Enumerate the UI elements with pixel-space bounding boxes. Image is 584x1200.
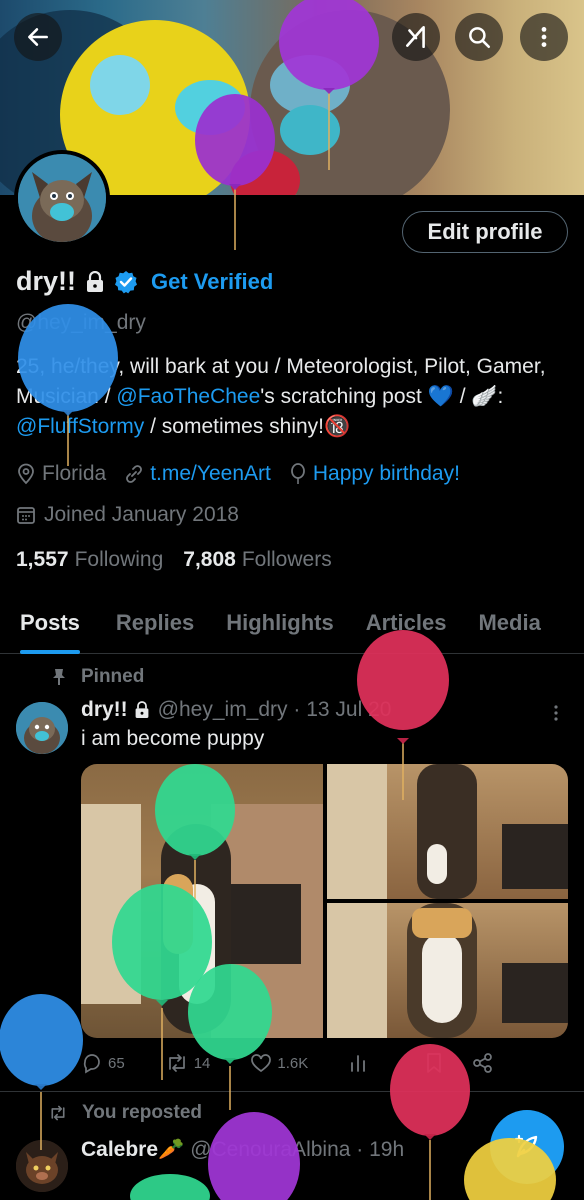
media-photo-1[interactable] [81,764,323,1038]
birthday[interactable]: Happy birthday! [289,462,460,486]
lock-icon [87,270,103,292]
post-actions: 65 14 1.6K [81,1052,561,1074]
bio-mention-fluffstormy[interactable]: @FluffStormy [16,415,144,438]
post2-author-avatar[interactable] [16,1140,68,1192]
verified-badge-icon[interactable] [114,270,138,294]
share-button[interactable] [472,1052,499,1074]
media-photo-3[interactable] [327,903,568,1038]
bio-text: 's scratching post [260,385,422,408]
tab-replies[interactable]: Replies [100,600,210,654]
tab-highlights[interactable]: Highlights [210,600,350,654]
reposted-label: You reposted [48,1102,202,1124]
media-photo-2[interactable] [327,764,568,899]
profile-name-row: dry!! Get Verified [16,266,273,297]
compose-post-button[interactable] [490,1110,564,1184]
views-button[interactable] [348,1053,373,1073]
followers-label[interactable]: Followers [242,548,332,572]
post2-author-name[interactable]: Calebre🥕 [81,1138,184,1162]
follow-stats: 1,557 Following 7,808 Followers [16,548,352,572]
post-more-button[interactable] [548,702,564,730]
balloon-icon [290,463,305,484]
grok-button[interactable] [392,13,440,61]
more-vertical-icon [541,27,547,47]
location-pin-icon [18,463,34,485]
compose-feather-icon [514,1134,538,1158]
reply-count: 65 [108,1054,125,1072]
profile-tabs: Posts Replies Highlights Articles Media [0,600,584,654]
bio-mention-faothechee[interactable]: @FaoTheChee [116,385,260,408]
website-link[interactable]: t.me/YeenArt [150,462,271,486]
location-text: Florida [42,462,107,485]
profile-avatar[interactable] [14,150,110,246]
pinned-text: Pinned [81,666,145,687]
tab-articles[interactable]: Articles [350,600,463,654]
location: Florida [16,462,106,486]
share-icon [473,1053,493,1073]
lock-icon [135,701,149,718]
back-button[interactable] [14,13,62,61]
profile-bio: 25, he/they, will bark at you / Meteorol… [16,352,572,442]
repost-button[interactable]: 14 [165,1052,211,1074]
post-divider [0,1091,584,1092]
reply-button[interactable]: 65 [81,1052,125,1074]
arrow-left-icon [28,28,48,46]
birthday-link[interactable]: Happy birthday! [313,462,460,486]
website[interactable]: t.me/YeenArt [124,462,271,486]
pin-icon [53,669,65,685]
following-count[interactable]: 1,557 [16,548,69,572]
more-vertical-icon [554,705,558,721]
search-icon [469,27,491,49]
repost-icon [168,1054,185,1072]
bookmark-button[interactable] [425,1052,448,1074]
post2-header: Calebre🥕 @CenouraAlbina · 19h [81,1138,404,1162]
post-media-grid [81,764,568,1038]
display-name: dry!! [16,266,76,296]
reposted-text: You reposted [82,1102,202,1123]
post-text: i am become puppy [81,727,265,750]
bio-text: 💙 / 🪽: [427,385,504,408]
joined-text: Joined January 2018 [44,503,239,526]
post-author-avatar[interactable] [16,702,68,754]
post-handle-date: @hey_im_dry · 13 Jul 20 [157,698,392,721]
grok-icon [406,25,425,49]
bio-text: / sometimes shiny!🔞 [144,415,351,438]
like-count: 1.6K [277,1054,309,1072]
following-label[interactable]: Following [75,548,164,572]
edit-profile-button[interactable]: Edit profile [402,211,568,253]
joined-date: Joined January 2018 [16,503,239,527]
heart-icon [251,1054,272,1073]
search-button[interactable] [455,13,503,61]
followers-count[interactable]: 7,808 [183,548,236,572]
link-icon [126,465,143,483]
bookmark-icon [427,1053,442,1073]
get-verified-link[interactable]: Get Verified [151,269,273,295]
like-button[interactable]: 1.6K [250,1053,308,1073]
post-header: dry!! @hey_im_dry · 13 Jul 20 [81,698,391,722]
repost-icon [51,1105,65,1121]
pinned-label: Pinned [50,666,144,688]
repost-count: 14 [193,1054,211,1072]
reply-icon [83,1054,100,1074]
more-button[interactable] [520,13,568,61]
calendar-icon [17,507,35,524]
tab-media[interactable]: Media [462,600,556,654]
tab-posts[interactable]: Posts [0,600,100,654]
post-author-name[interactable]: dry!! [81,698,128,722]
profile-handle: @hey_im_dry [16,311,146,334]
post2-handle-date: @CenouraAlbina · 19h [190,1138,405,1161]
profile-meta: Florida t.me/YeenArt Happy birthday! [16,462,478,486]
views-icon [351,1055,366,1072]
